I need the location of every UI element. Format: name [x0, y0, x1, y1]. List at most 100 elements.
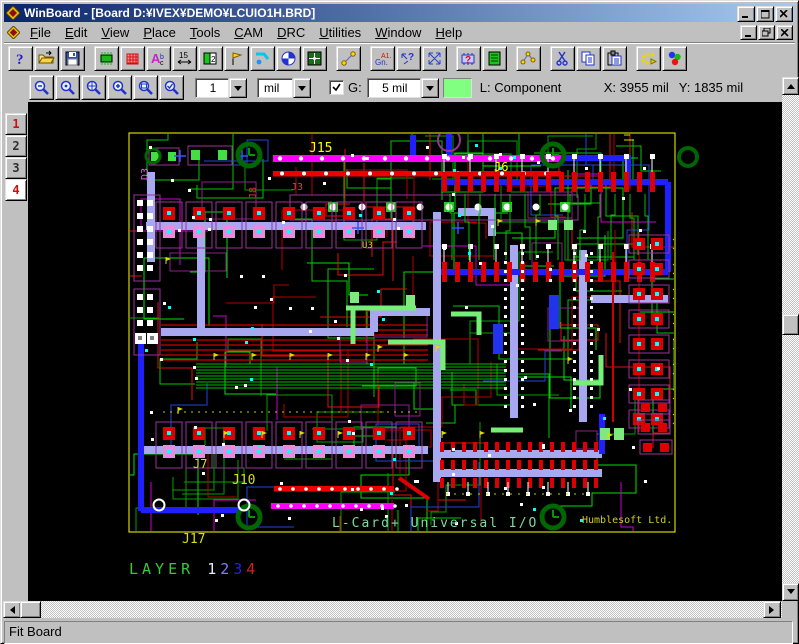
layer-3-button[interactable]: 3 — [5, 157, 27, 179]
board-canvas[interactable]: J15 J6 J3 J8 D3 U3 J7 J10 J17 L-Card+ Un… — [28, 102, 782, 601]
pcb-shape — [344, 274, 347, 277]
pcb-shape — [494, 172, 499, 192]
pcb-shape — [504, 270, 507, 273]
segment-button[interactable] — [336, 46, 361, 71]
pcb-shape — [655, 392, 659, 396]
close-button[interactable] — [775, 6, 793, 22]
scroll-right-button[interactable] — [763, 601, 781, 618]
pcb-shape — [359, 214, 362, 217]
pcb-shape — [573, 351, 576, 354]
grid-size-combo[interactable]: 5 mil — [367, 78, 439, 98]
grid-size-dropdown[interactable] — [421, 78, 439, 98]
horizontal-scroll-thumb[interactable] — [20, 601, 41, 618]
scroll-left-button[interactable] — [3, 601, 21, 618]
pcb-shape — [167, 211, 171, 215]
maximize-button[interactable] — [756, 6, 774, 22]
pcb-shape — [347, 229, 351, 233]
gate-swap-button[interactable]: A1.Gn. — [370, 46, 395, 71]
pcb-shape — [655, 242, 659, 246]
zoom-level-combo[interactable]: 1 — [195, 78, 247, 98]
layer-pair-button[interactable]: 2 — [198, 46, 223, 71]
help-button[interactable]: ? — [8, 46, 33, 71]
units-value[interactable]: mil — [257, 78, 293, 98]
place-text-button[interactable]: Abc — [146, 46, 171, 71]
grid-size-value[interactable]: 5 mil — [367, 78, 421, 98]
pcb-shape — [366, 157, 369, 160]
menu-file[interactable]: File — [23, 24, 58, 41]
horizontal-scrollbar[interactable] — [3, 601, 782, 618]
pcb-shape — [528, 442, 532, 452]
pcb-shape — [536, 255, 539, 258]
place-component-button[interactable] — [94, 46, 119, 71]
scroll-up-button[interactable] — [782, 77, 799, 95]
open-button[interactable] — [34, 46, 59, 71]
pcb-shape — [370, 363, 373, 366]
save-button[interactable] — [60, 46, 85, 71]
netlist-button[interactable] — [482, 46, 507, 71]
zoom-pan-button[interactable] — [81, 75, 106, 100]
pcb-shape — [643, 167, 646, 170]
menu-window[interactable]: Window — [368, 24, 428, 41]
vertical-scrollbar[interactable] — [782, 77, 799, 601]
zoom-previous-button[interactable] — [159, 75, 184, 100]
layer-1-button[interactable]: 1 — [5, 113, 27, 135]
pcb-shape — [655, 267, 659, 271]
dimension-button[interactable]: 15 — [172, 46, 197, 71]
pcb-shape — [573, 333, 576, 336]
units-combo[interactable]: mil — [257, 78, 311, 98]
menu-view[interactable]: View — [94, 24, 136, 41]
units-dropdown[interactable] — [293, 78, 311, 98]
mdi-restore-button[interactable] — [758, 25, 775, 40]
pcb-shape — [637, 172, 642, 192]
menu-utilities[interactable]: Utilities — [312, 24, 368, 41]
pcb-shape — [360, 508, 363, 511]
place-flag-button[interactable] — [224, 46, 249, 71]
move-reference-button[interactable] — [422, 46, 447, 71]
component-info-button[interactable]: ? — [456, 46, 481, 71]
document-diamond-icon[interactable] — [7, 26, 20, 39]
zoom-point-button[interactable] — [55, 75, 80, 100]
copy-button[interactable] — [576, 46, 601, 71]
undo-button[interactable] — [636, 46, 661, 71]
pcb-shape — [287, 449, 291, 453]
target-button[interactable] — [302, 46, 327, 71]
menu-drc[interactable]: DRC — [270, 24, 312, 41]
menu-tools[interactable]: Tools — [183, 24, 227, 41]
ratsnest-button[interactable] — [276, 46, 301, 71]
menu-help[interactable]: Help — [428, 24, 469, 41]
pcb-shape — [481, 172, 486, 192]
cut-button[interactable] — [550, 46, 575, 71]
highlight-net-button[interactable] — [516, 46, 541, 71]
zoom-level-value[interactable]: 1 — [195, 78, 229, 98]
mdi-close-button[interactable] — [776, 25, 793, 40]
zoom-level-dropdown[interactable] — [229, 78, 247, 98]
pcb-shape — [561, 442, 565, 452]
vertical-scroll-thumb[interactable] — [782, 314, 799, 335]
menu-place[interactable]: Place — [136, 24, 183, 41]
layer-4-button[interactable]: 4 — [5, 179, 27, 201]
minimize-button[interactable] — [737, 6, 755, 22]
route-track-button[interactable] — [250, 46, 275, 71]
menu-edit[interactable]: Edit — [58, 24, 94, 41]
copper-pour-button[interactable] — [120, 46, 145, 71]
colors-button[interactable] — [662, 46, 687, 71]
scroll-down-button[interactable] — [782, 583, 799, 601]
grid-checkbox[interactable] — [329, 80, 344, 95]
pcb-shape — [583, 442, 587, 452]
layer-2-button[interactable]: 2 — [5, 135, 27, 157]
pcb-shape — [330, 204, 337, 211]
zoom-in-button[interactable] — [107, 75, 132, 100]
pcb-shape — [350, 292, 359, 303]
zoom-out-button[interactable] — [29, 75, 54, 100]
zoom-pan-icon — [85, 79, 102, 96]
menu-cam[interactable]: CAM — [227, 24, 270, 41]
pin-swap-button[interactable]: ? — [396, 46, 421, 71]
pcb-shape — [455, 262, 460, 282]
ref-d3: D3 — [140, 168, 151, 180]
paste-button[interactable] — [602, 46, 627, 71]
zoom-window-button[interactable] — [133, 75, 158, 100]
layer-color-swatch[interactable] — [443, 78, 472, 98]
ref-j8: J8 — [248, 187, 259, 199]
zoom-window-icon — [137, 79, 154, 96]
mdi-minimize-button[interactable] — [740, 25, 757, 40]
